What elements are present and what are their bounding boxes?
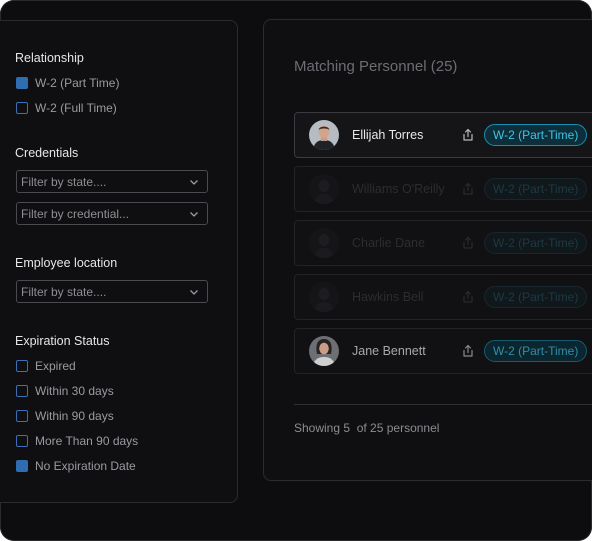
option-label: W-2 (Part Time) [35,76,120,90]
results-footer: Showing 5 of 25 personnel [294,421,440,435]
personnel-row[interactable]: Charlie Dane W-2 (Part-Time) [294,220,592,266]
chevron-down-icon [190,179,198,185]
expiration-option-30-days[interactable]: Within 30 days [16,383,114,399]
select-placeholder: Filter by state.... [21,284,107,299]
personnel-name: Hawkins Bell [352,290,424,304]
select-placeholder: Filter by state.... [21,174,107,189]
relationship-option-part-time[interactable]: W-2 (Part Time) [16,75,119,91]
option-label: No Expiration Date [35,459,136,473]
share-icon[interactable] [461,290,475,304]
chevron-down-icon [190,211,198,217]
relationship-tag: W-2 (Part-Time) [484,340,588,362]
share-icon[interactable] [461,128,475,142]
app-frame: Relationship W-2 (Part Time) W-2 (Full T… [0,0,592,541]
credentials-heading: Credentials [15,146,79,160]
expiration-option-expired[interactable]: Expired [16,358,76,374]
expiration-option-no-date[interactable]: No Expiration Date [16,458,136,474]
results-panel: Matching Personnel (25) Ellijah Torres W… [263,19,592,481]
option-label: Within 90 days [35,409,114,423]
checkbox[interactable] [16,360,28,372]
checkbox-checked[interactable] [16,460,28,472]
option-label: Within 30 days [35,384,114,398]
relationship-tag: W-2 (Part-Time) [484,232,588,254]
personnel-row[interactable]: Williams O'Reilly W-2 (Part-Time) [294,166,592,212]
relationship-tag: W-2 (Part-Time) [484,124,588,146]
option-label: More Than 90 days [35,434,139,448]
credentials-state-select[interactable]: Filter by state.... [16,170,208,193]
credentials-credential-select[interactable]: Filter by credential... [16,202,208,225]
expiration-option-more-than-90[interactable]: More Than 90 days [16,433,138,449]
checkbox[interactable] [16,410,28,422]
personnel-row[interactable]: Jane Bennett W-2 (Part-Time) [294,328,592,374]
relationship-tag: W-2 (Part-Time) [484,178,588,200]
share-icon[interactable] [461,182,475,196]
checkbox-checked[interactable] [16,77,28,89]
avatar [309,120,339,150]
personnel-row[interactable]: Hawkins Bell W-2 (Part-Time) [294,274,592,320]
avatar [309,174,339,204]
divider [294,404,592,405]
avatar [309,282,339,312]
relationship-option-full-time[interactable]: W-2 (Full Time) [16,100,117,116]
expiration-heading: Expiration Status [15,334,110,348]
checkbox[interactable] [16,102,28,114]
personnel-name: Charlie Dane [352,236,425,250]
checkbox[interactable] [16,385,28,397]
personnel-name: Jane Bennett [352,344,426,358]
checkbox[interactable] [16,435,28,447]
filters-panel: Relationship W-2 (Part Time) W-2 (Full T… [0,20,238,503]
share-icon[interactable] [461,236,475,250]
personnel-name: Ellijah Torres [352,128,424,142]
avatar [309,336,339,366]
select-placeholder: Filter by credential... [21,206,130,221]
personnel-name: Williams O'Reilly [352,182,445,196]
location-heading: Employee location [15,256,118,270]
location-state-select[interactable]: Filter by state.... [16,280,208,303]
option-label: W-2 (Full Time) [35,101,117,115]
relationship-tag: W-2 (Part-Time) [484,286,588,308]
chevron-down-icon [190,289,198,295]
results-title: Matching Personnel (25) [294,58,458,75]
share-icon[interactable] [461,344,475,358]
expiration-option-90-days[interactable]: Within 90 days [16,408,114,424]
relationship-heading: Relationship [15,51,84,65]
avatar [309,228,339,258]
option-label: Expired [35,359,76,373]
personnel-row[interactable]: Ellijah Torres W-2 (Part-Time) [294,112,592,158]
